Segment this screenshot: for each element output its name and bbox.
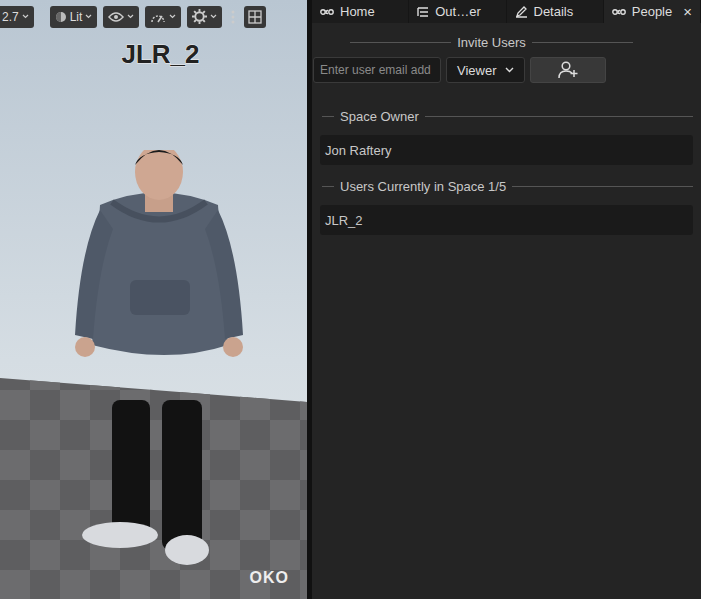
tab-label: People bbox=[632, 4, 672, 19]
email-input[interactable] bbox=[313, 57, 441, 83]
viewport-toolbar: 2.7 Lit bbox=[0, 0, 307, 33]
tab-label: Out…er bbox=[435, 4, 481, 19]
tab[interactable]: Details bbox=[507, 0, 603, 23]
gear-icon bbox=[192, 9, 207, 24]
separator bbox=[322, 116, 334, 117]
chevron-icon bbox=[127, 14, 134, 19]
lit-icon bbox=[55, 11, 67, 23]
chevron-icon bbox=[210, 14, 217, 19]
people-panel: Home Out…er Details People × Invite Users View… bbox=[312, 0, 701, 599]
section-header: Space Owner bbox=[320, 105, 693, 127]
separator bbox=[425, 116, 693, 117]
chevron-icon bbox=[169, 14, 176, 19]
separator bbox=[350, 42, 451, 43]
toolbar-button[interactable] bbox=[103, 6, 139, 28]
toolbar-button[interactable] bbox=[228, 6, 238, 28]
chevron-icon bbox=[505, 67, 514, 73]
outliner-icon bbox=[417, 6, 429, 18]
separator bbox=[322, 186, 334, 187]
separator bbox=[512, 186, 693, 187]
separator bbox=[532, 42, 633, 43]
section-title: Invite Users bbox=[457, 35, 526, 50]
invite-row: Viewer bbox=[313, 57, 693, 83]
toolbar-button[interactable]: Lit bbox=[50, 6, 98, 28]
toolbar-label: Lit bbox=[70, 10, 83, 24]
toolbar-button[interactable]: 2.7 bbox=[0, 6, 34, 28]
oko-icon bbox=[612, 8, 626, 16]
kebab-icon bbox=[231, 10, 235, 24]
tab-label: Details bbox=[534, 4, 574, 19]
role-label: Viewer bbox=[457, 63, 497, 78]
tab-close-button[interactable]: × bbox=[683, 3, 692, 20]
role-dropdown[interactable]: Viewer bbox=[446, 57, 525, 83]
add-user-icon bbox=[558, 61, 578, 79]
tab[interactable]: Home bbox=[312, 0, 408, 23]
speed-icon bbox=[150, 10, 166, 24]
viewport[interactable]: 2.7 Lit JLR_2 OKO bbox=[0, 0, 307, 599]
section-title: Space Owner bbox=[340, 109, 419, 124]
chevron-icon bbox=[85, 14, 92, 19]
pencil-icon bbox=[515, 5, 528, 18]
editor-window: 2.7 Lit JLR_2 OKO Home Out…er Details People × In… bbox=[0, 0, 701, 599]
owner-row: Jon Raftery bbox=[320, 135, 693, 165]
invite-button[interactable] bbox=[530, 57, 606, 83]
user-row[interactable]: JLR_2 bbox=[320, 205, 693, 235]
section-header: Users Currently in Space 1/5 bbox=[320, 175, 693, 197]
tab[interactable]: People × bbox=[604, 0, 700, 23]
tab[interactable]: Out…er bbox=[409, 0, 505, 23]
section-title: Users Currently in Space 1/5 bbox=[340, 179, 506, 194]
toolbar-button[interactable] bbox=[244, 6, 266, 28]
section-header: Invite Users bbox=[350, 31, 633, 53]
toolbar-label: 2.7 bbox=[2, 10, 19, 24]
oko-logo: OKO bbox=[250, 569, 289, 587]
oko-icon bbox=[320, 8, 334, 16]
avatar-nametag: JLR_2 bbox=[0, 39, 307, 70]
eye-icon bbox=[108, 11, 124, 23]
toolbar-button[interactable] bbox=[145, 6, 181, 28]
panel-content: Invite Users Viewer Space Owner Jon Raftery… bbox=[312, 23, 701, 245]
tab-bar: Home Out…er Details People × bbox=[312, 0, 701, 23]
chevron-icon bbox=[22, 14, 29, 19]
tab-label: Home bbox=[340, 4, 375, 19]
grid-icon bbox=[248, 10, 262, 24]
avatar-figure[interactable] bbox=[40, 150, 270, 570]
toolbar-button[interactable] bbox=[187, 6, 222, 28]
